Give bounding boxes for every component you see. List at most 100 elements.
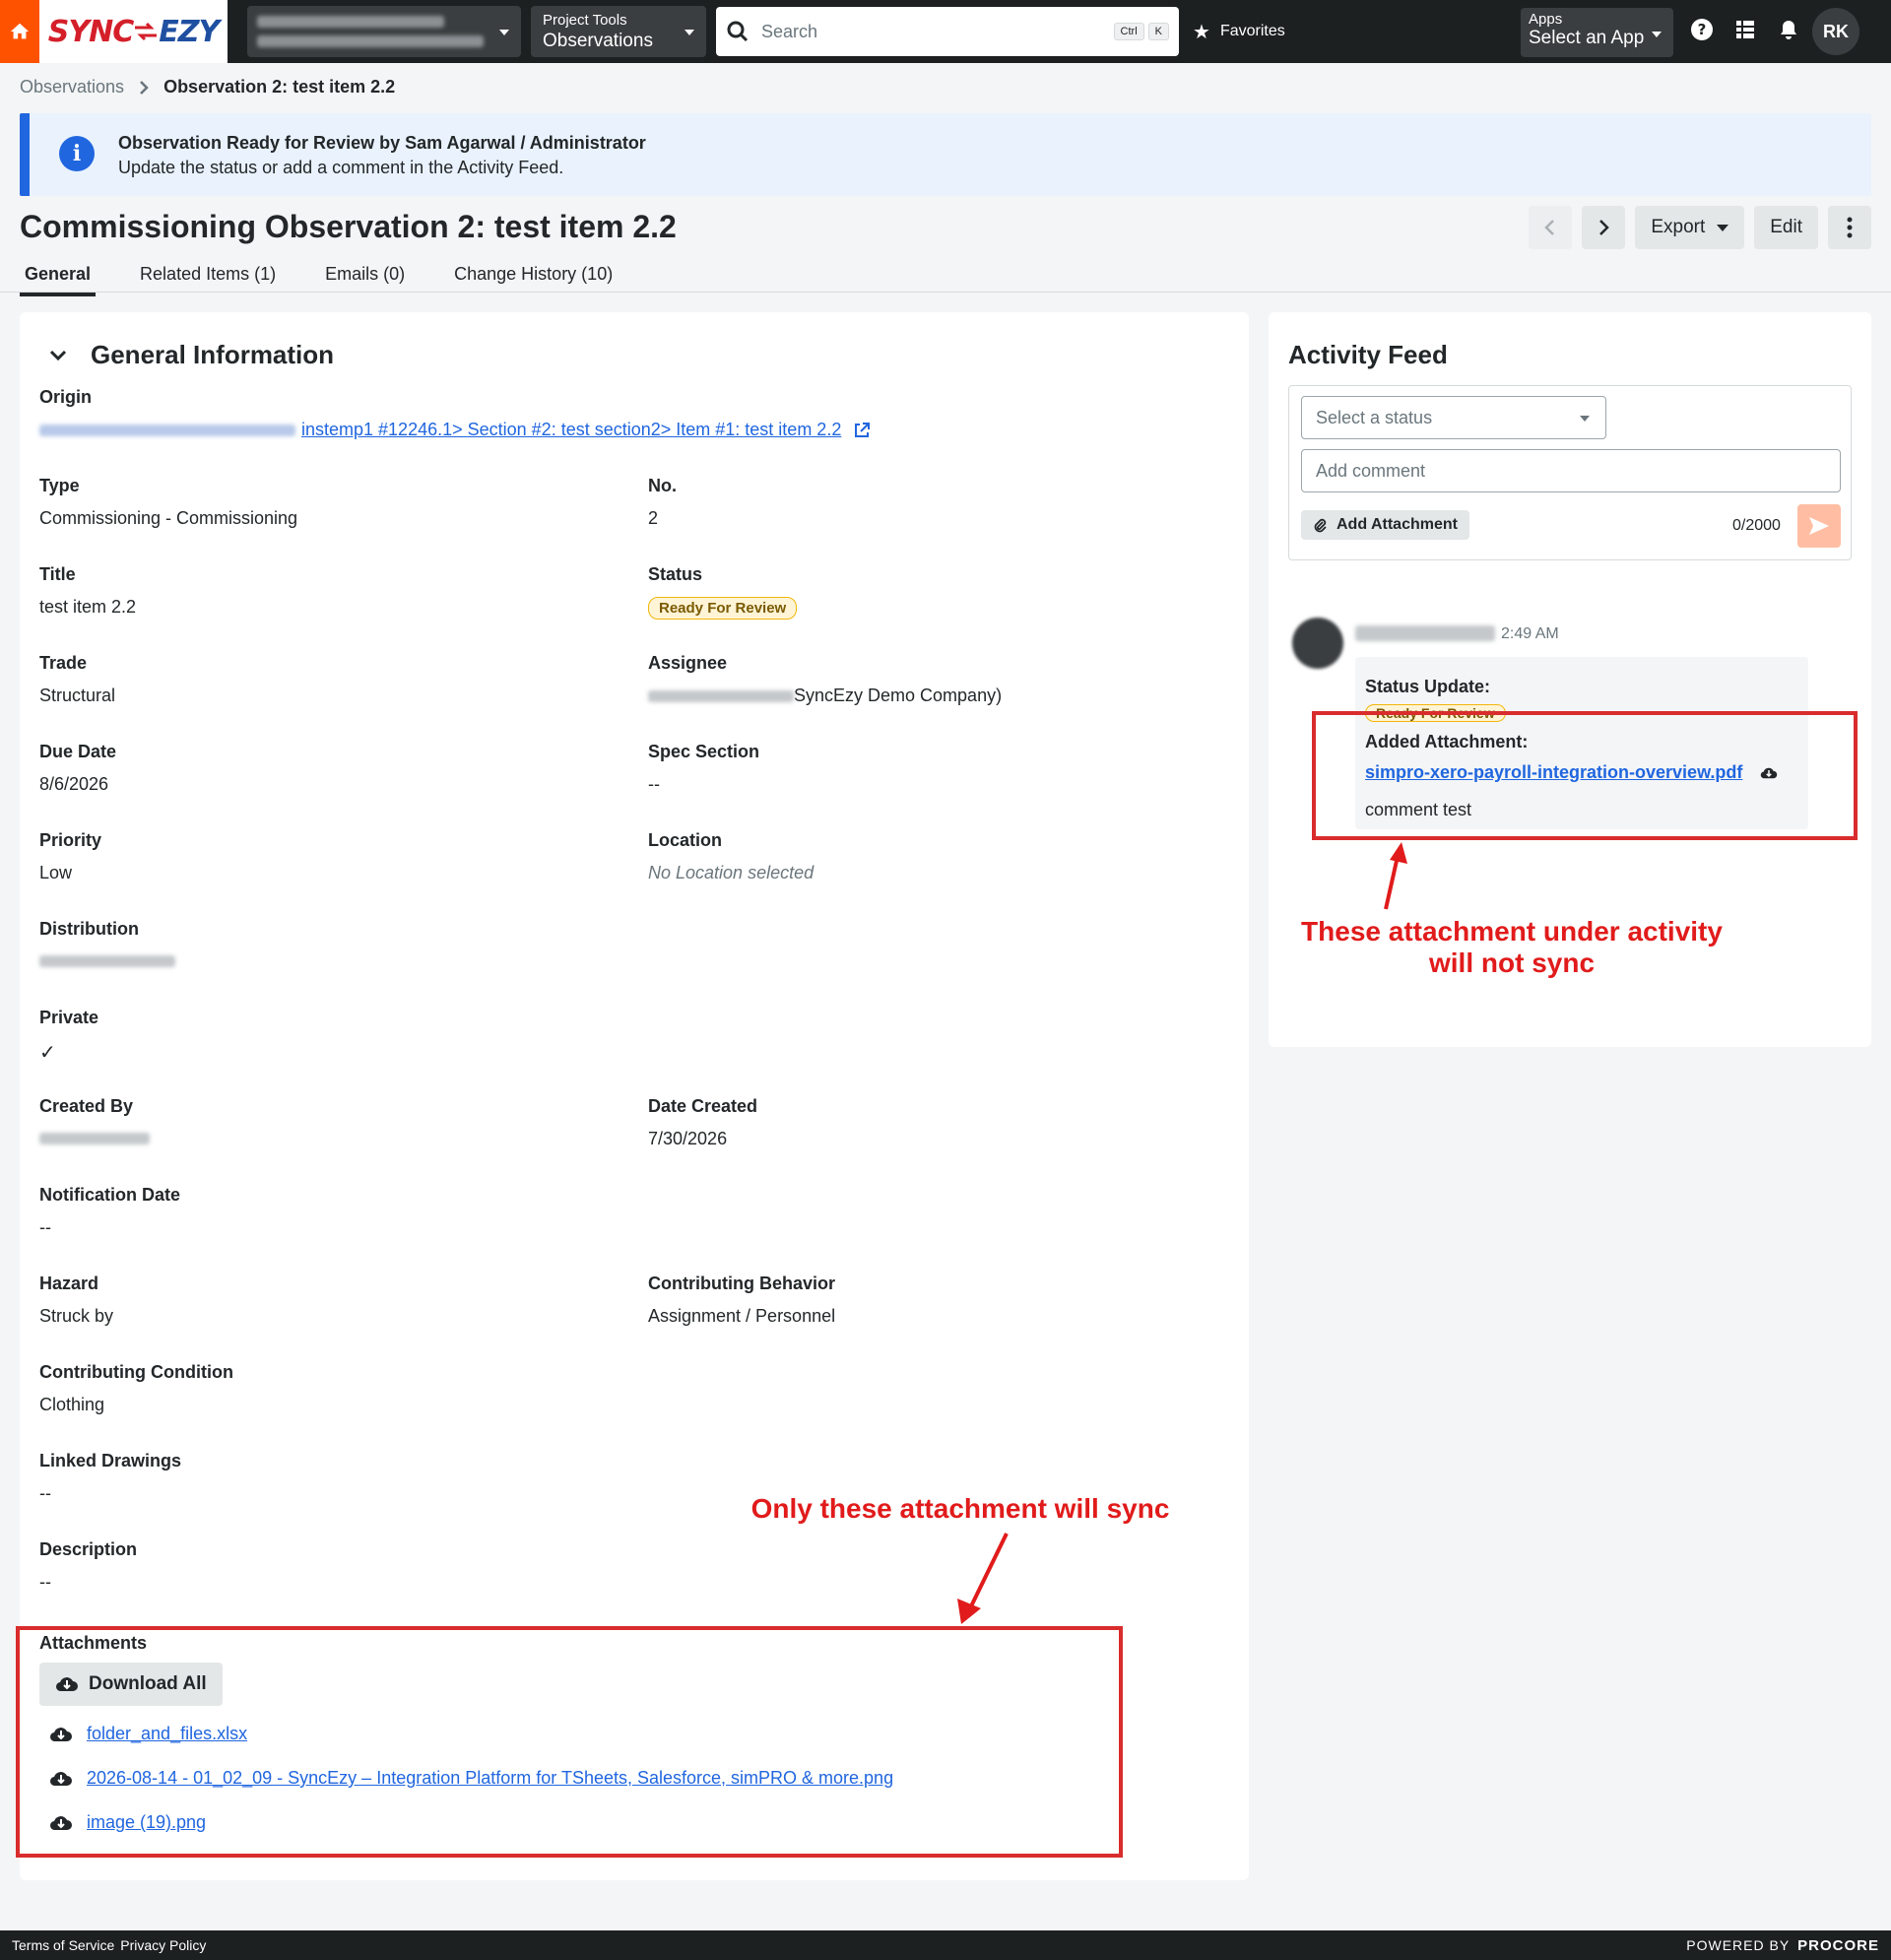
section-title: General Information [91, 340, 335, 369]
field-date-created: Date Created 7/30/2026 [648, 1096, 757, 1149]
number-label: No. [648, 476, 677, 495]
add-attachment-label: Add Attachment [1337, 516, 1458, 533]
chevron-down-icon [1652, 32, 1662, 37]
description-label: Description [39, 1539, 138, 1559]
section-header[interactable]: General Information [49, 340, 334, 370]
search-input[interactable]: Search Ctrl K [716, 7, 1179, 56]
logo-arrows-icon [135, 22, 158, 41]
next-button[interactable] [1582, 206, 1626, 249]
search-icon [727, 21, 749, 42]
bell-icon[interactable] [1777, 18, 1800, 41]
vertical-dots-icon [1847, 217, 1853, 238]
notification-date-value: -- [39, 1217, 51, 1237]
origin-value: instemp1 #12246.1> Section #2: test sect… [39, 420, 871, 440]
chevron-down-icon [499, 30, 509, 35]
description-value: -- [39, 1572, 51, 1592]
comment-placeholder: Add comment [1316, 461, 1426, 481]
activity-timestamp: 2:49 AM [1501, 625, 1559, 642]
header-actions: Export Edit [1529, 206, 1871, 249]
location-label: Location [648, 830, 722, 850]
home-button[interactable] [0, 0, 39, 63]
help-icon[interactable]: ? [1690, 18, 1714, 41]
field-private: Private ✓ [39, 1008, 98, 1065]
procore-logo: PROCORE [1797, 1936, 1879, 1954]
created-by-value [39, 1133, 150, 1144]
chevron-down-icon [685, 30, 694, 35]
terms-link[interactable]: Terms of Service [12, 1937, 114, 1953]
assignee-label: Assignee [648, 653, 728, 673]
user-avatar[interactable]: RK [1812, 8, 1859, 55]
breadcrumb-observations-link[interactable]: Observations [20, 77, 124, 98]
external-link-icon[interactable] [853, 422, 871, 439]
contributing-behavior-value: Assignment / Personnel [648, 1306, 836, 1326]
annotation-will-sync: Only these attachment will sync [750, 1493, 1170, 1524]
shortcut-key-ctrl: Ctrl [1113, 23, 1144, 40]
caret-down-icon [1580, 416, 1590, 422]
assignee-company: SyncEzy Demo Company) [794, 686, 1003, 705]
hazard-label: Hazard [39, 1274, 99, 1293]
type-label: Type [39, 476, 80, 495]
activity-user-avatar [1292, 618, 1343, 669]
comment-input[interactable]: Add comment [1301, 449, 1841, 492]
trade-value: Structural [39, 686, 116, 705]
apps-value: Select an App [1529, 28, 1645, 48]
chevron-right-icon [1599, 220, 1610, 235]
field-distribution: Distribution [39, 919, 175, 972]
send-icon [1809, 517, 1829, 535]
type-value: Commissioning - Commissioning [39, 508, 298, 528]
apps-selector[interactable]: Apps Select an App [1521, 8, 1673, 57]
logo-text-ezy: EZY [159, 14, 220, 49]
status-select-placeholder: Select a status [1316, 408, 1433, 427]
status-badge: Ready For Review [648, 597, 798, 620]
activity-feed-title: Activity Feed [1288, 340, 1448, 369]
status-select[interactable]: Select a status [1301, 396, 1606, 439]
linked-drawings-label: Linked Drawings [39, 1451, 182, 1470]
company-logo: SYNC EZY [39, 0, 228, 63]
project-selector[interactable] [247, 6, 521, 57]
linked-drawings-value: -- [39, 1483, 51, 1503]
favorites-button[interactable]: ★ Favorites [1193, 20, 1285, 44]
powered-by-label: POWERED BY [1686, 1937, 1791, 1953]
date-created-value: 7/30/2026 [648, 1129, 728, 1148]
field-notification-date: Notification Date -- [39, 1185, 180, 1238]
spec-section-value: -- [648, 774, 660, 794]
annotation-arrow-down [957, 1533, 1009, 1624]
edit-button[interactable]: Edit [1754, 206, 1818, 249]
send-button[interactable] [1797, 504, 1841, 548]
contributing-behavior-label: Contributing Behavior [648, 1274, 835, 1293]
banner-message: Update the status or add a comment in th… [118, 158, 564, 177]
svg-text:?: ? [1698, 21, 1707, 38]
field-created-by: Created By [39, 1096, 150, 1149]
privacy-link[interactable]: Privacy Policy [120, 1937, 206, 1953]
banner-title: Observation Ready for Review by Sam Agar… [118, 133, 646, 153]
field-contributing-behavior: Contributing Behavior Assignment / Perso… [648, 1274, 835, 1327]
title-value: test item 2.2 [39, 597, 137, 617]
activity-user-name [1355, 625, 1495, 641]
previous-button[interactable] [1529, 206, 1573, 249]
project-tools-selector[interactable]: Project Tools Observations [531, 6, 706, 57]
field-due-date: Due Date 8/6/2026 [39, 742, 116, 795]
tool-selector-value: Observations [543, 31, 653, 51]
more-options-button[interactable] [1828, 206, 1871, 249]
chevron-down-icon [49, 350, 67, 360]
star-icon: ★ [1193, 21, 1210, 43]
field-contributing-condition: Contributing Condition Clothing [39, 1362, 233, 1415]
add-attachment-button[interactable]: Add Attachment [1301, 510, 1469, 540]
home-icon [10, 23, 30, 39]
trade-label: Trade [39, 653, 88, 673]
hazard-value: Struck by [39, 1306, 114, 1326]
origin-link[interactable]: instemp1 #12246.1> Section #2: test sect… [301, 420, 841, 440]
spreadsheet-icon[interactable] [1733, 18, 1757, 41]
export-button[interactable]: Export [1635, 206, 1745, 249]
field-hazard: Hazard Struck by [39, 1274, 113, 1327]
field-description: Description -- [39, 1539, 137, 1593]
annotation-arrow-up [1384, 842, 1407, 910]
field-spec-section: Spec Section -- [648, 742, 759, 795]
annotation-box-activity [1312, 711, 1858, 840]
field-origin: Origin instemp1 #12246.1> Section #2: te… [39, 387, 871, 440]
status-label: Status [648, 564, 703, 584]
activity-compose-box: Select a status Add comment Add Attachme… [1288, 385, 1852, 560]
annotation-not-sync-line2: will not sync [1428, 947, 1596, 978]
date-created-label: Date Created [648, 1096, 758, 1116]
contributing-condition-value: Clothing [39, 1395, 105, 1414]
